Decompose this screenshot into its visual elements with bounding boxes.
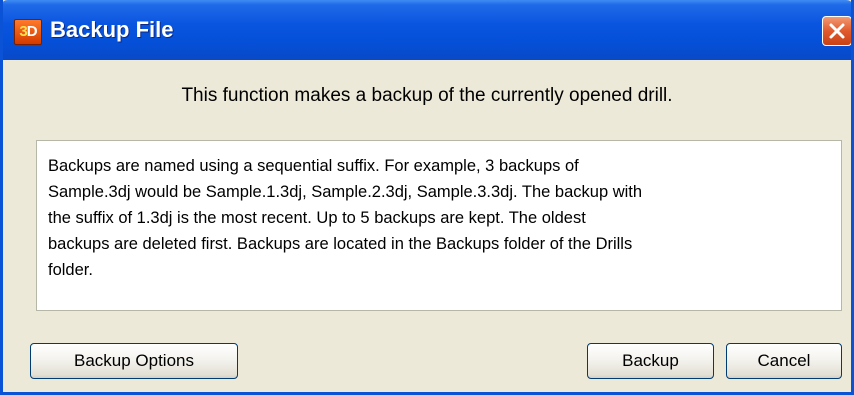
close-icon: [829, 23, 845, 39]
window-title: Backup File: [50, 17, 174, 42]
title-bar[interactable]: 3D Backup File: [3, 0, 851, 60]
close-button[interactable]: [822, 16, 851, 46]
app-icon-text-d: D: [26, 23, 38, 40]
backup-file-dialog: 3D Backup File This function makes a bac…: [0, 0, 854, 395]
app-icon-text-3: 3: [19, 23, 27, 40]
backup-button[interactable]: Backup: [587, 343, 714, 379]
backup-info-text: Backups are named using a sequential suf…: [36, 140, 842, 311]
cancel-button[interactable]: Cancel: [726, 343, 842, 379]
dialog-description: This function makes a backup of the curr…: [181, 85, 673, 106]
backup-options-button[interactable]: Backup Options: [30, 343, 238, 379]
app-3d-icon: 3D: [14, 19, 42, 45]
